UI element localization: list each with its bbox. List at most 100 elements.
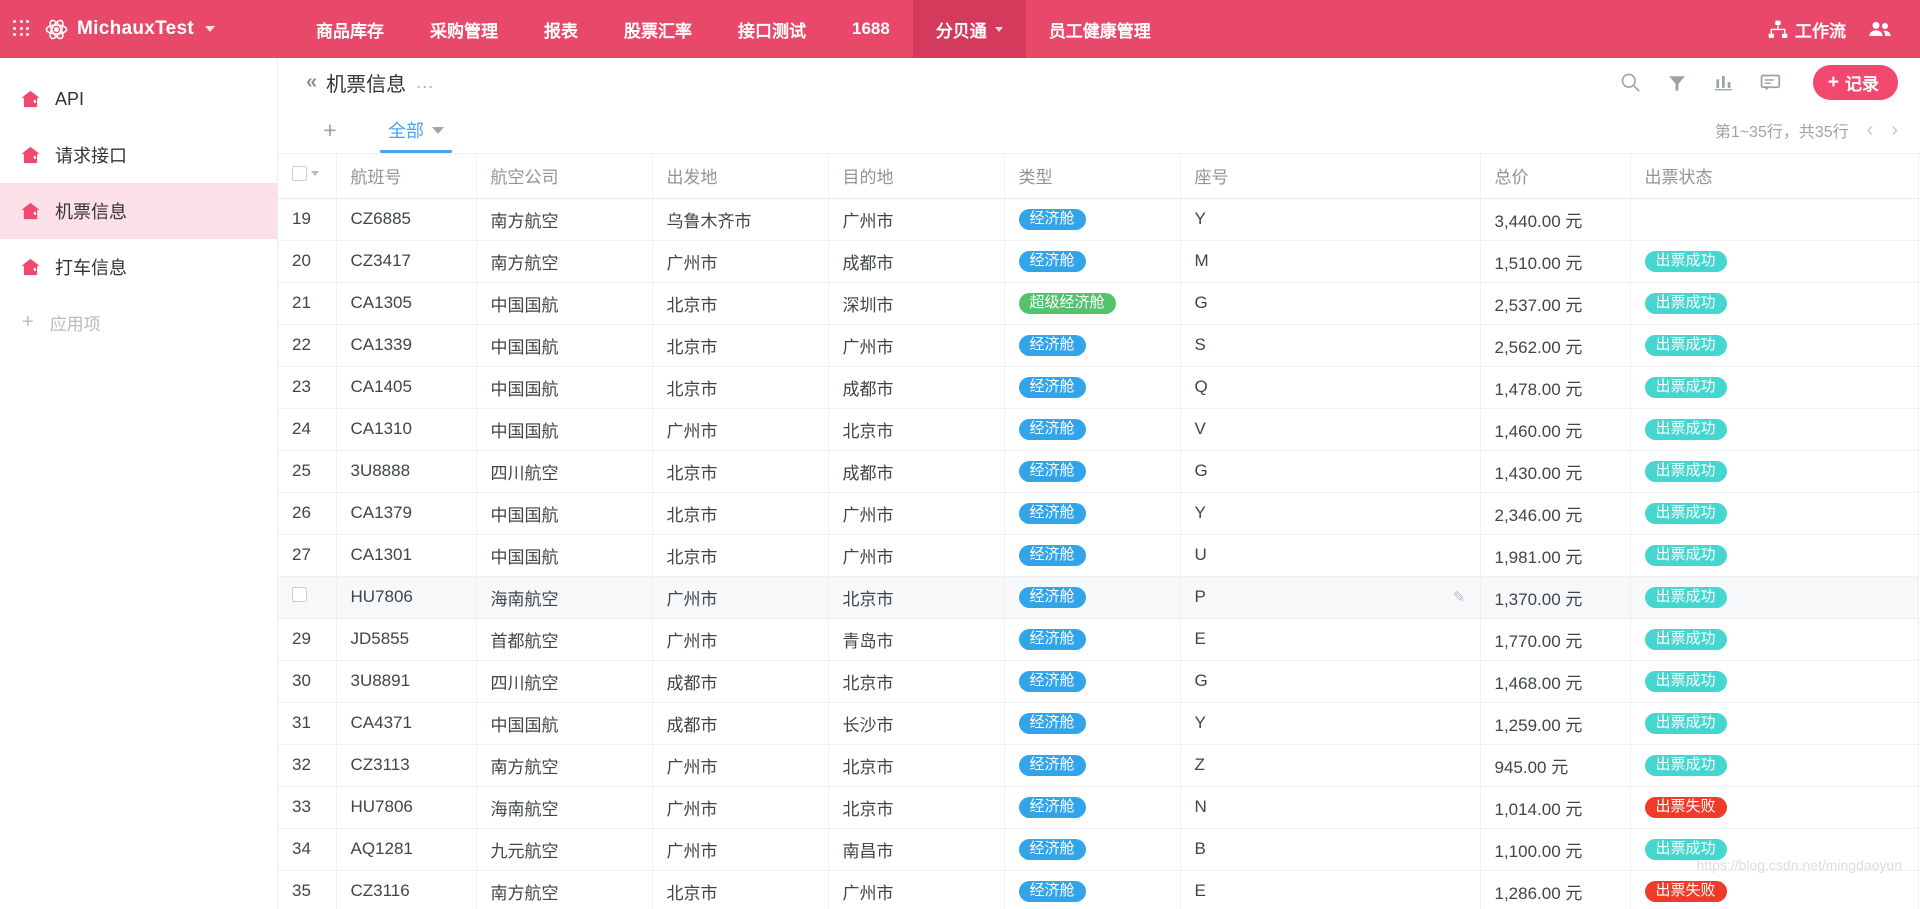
cell-ticket-status[interactable]: 出票成功: [1630, 660, 1919, 703]
table-row[interactable]: 23 CA1405 中国国航 北京市 成都市 经济舱 Q 1,478.00 元出票成功: [278, 366, 1919, 409]
cell-total-price[interactable]: 1,460.00 元: [1480, 408, 1631, 451]
cell-destination[interactable]: 广州市: [828, 324, 1005, 367]
cell-departure[interactable]: 广州市: [652, 786, 829, 829]
cell-ticket-status[interactable]: 出票失败: [1630, 786, 1919, 829]
column-header-airline[interactable]: 航空公司: [476, 154, 653, 199]
cell-type[interactable]: 经济舱: [1004, 618, 1181, 661]
nav-item-1[interactable]: 采购管理: [407, 0, 521, 58]
cell-type[interactable]: 经济舱: [1004, 660, 1181, 703]
cell-departure[interactable]: 广州市: [652, 408, 829, 451]
row-index[interactable]: 19: [278, 198, 337, 241]
comment-icon[interactable]: [1760, 73, 1781, 92]
cell-ticket-status[interactable]: 出票成功: [1630, 618, 1919, 661]
add-record-button[interactable]: + 记录: [1812, 65, 1898, 100]
cell-ticket-status[interactable]: 出票成功: [1630, 492, 1919, 535]
cell-type[interactable]: 经济舱: [1004, 240, 1181, 283]
row-index[interactable]: 29: [278, 618, 337, 661]
cell-airline[interactable]: 四川航空: [476, 450, 653, 493]
column-header-destination[interactable]: 目的地: [828, 154, 1005, 199]
table-row[interactable]: 25 3U8888 四川航空 北京市 成都市 经济舱 G 1,430.00 元出票成功: [278, 450, 1919, 493]
cell-seat[interactable]: B: [1180, 828, 1481, 871]
cell-type[interactable]: 经济舱: [1004, 744, 1181, 787]
row-index[interactable]: 31: [278, 702, 337, 745]
select-all-checkbox[interactable]: [292, 165, 307, 181]
row-index[interactable]: 33: [278, 786, 337, 829]
members-button[interactable]: [1862, 20, 1898, 38]
table-row[interactable]: HU7806 海南航空 广州市 北京市 经济舱 P ✎ 1,370.00 元出票成功: [278, 576, 1919, 619]
cell-flight-no[interactable]: CA1379: [336, 492, 477, 535]
cell-departure[interactable]: 北京市: [652, 870, 829, 909]
cell-ticket-status[interactable]: 出票成功: [1630, 450, 1919, 493]
cell-departure[interactable]: 北京市: [652, 534, 829, 577]
cell-departure[interactable]: 广州市: [652, 744, 829, 787]
cell-destination[interactable]: 北京市: [828, 576, 1005, 619]
cell-type[interactable]: 经济舱: [1004, 786, 1181, 829]
cell-total-price[interactable]: 1,286.00 元: [1480, 870, 1631, 909]
nav-item-6[interactable]: 分贝通: [912, 0, 1026, 58]
cell-ticket-status[interactable]: 出票成功: [1630, 576, 1919, 619]
cell-flight-no[interactable]: HU7806: [336, 576, 477, 619]
column-header-type[interactable]: 类型: [1004, 154, 1181, 199]
cell-airline[interactable]: 海南航空: [476, 576, 653, 619]
cell-flight-no[interactable]: CZ3113: [336, 744, 477, 787]
cell-departure[interactable]: 乌鲁木齐市: [652, 198, 829, 241]
column-header-departure[interactable]: 出发地: [652, 154, 829, 199]
cell-type[interactable]: 经济舱: [1004, 492, 1181, 535]
cell-departure[interactable]: 成都市: [652, 702, 829, 745]
cell-flight-no[interactable]: CZ3417: [336, 240, 477, 283]
table-row[interactable]: 34 AQ1281 九元航空 广州市 南昌市 经济舱 B 1,100.00 元出票成功: [278, 828, 1919, 871]
prev-page-button[interactable]: ‹: [1867, 119, 1874, 142]
cell-departure[interactable]: 北京市: [652, 324, 829, 367]
cell-type[interactable]: 超级经济舱: [1004, 282, 1181, 325]
cell-destination[interactable]: 长沙市: [828, 702, 1005, 745]
cell-ticket-status[interactable]: 出票成功: [1630, 828, 1919, 871]
row-index[interactable]: 25: [278, 450, 337, 493]
cell-total-price[interactable]: 2,346.00 元: [1480, 492, 1631, 535]
cell-destination[interactable]: 北京市: [828, 660, 1005, 703]
cell-seat[interactable]: M: [1180, 240, 1481, 283]
cell-type[interactable]: 经济舱: [1004, 576, 1181, 619]
sidebar-item-request-api[interactable]: 请求接口: [0, 127, 277, 183]
cell-departure[interactable]: 成都市: [652, 660, 829, 703]
cell-seat[interactable]: V: [1180, 408, 1481, 451]
cell-total-price[interactable]: 2,562.00 元: [1480, 324, 1631, 367]
cell-type[interactable]: 经济舱: [1004, 828, 1181, 871]
cell-type[interactable]: 经济舱: [1004, 366, 1181, 409]
cell-ticket-status[interactable]: 出票成功: [1630, 408, 1919, 451]
cell-total-price[interactable]: 1,478.00 元: [1480, 366, 1631, 409]
next-page-button[interactable]: ›: [1891, 119, 1898, 142]
row-checkbox[interactable]: [292, 587, 307, 602]
cell-flight-no[interactable]: CA1405: [336, 366, 477, 409]
cell-destination[interactable]: 青岛市: [828, 618, 1005, 661]
cell-destination[interactable]: 南昌市: [828, 828, 1005, 871]
cell-seat[interactable]: G: [1180, 660, 1481, 703]
cell-total-price[interactable]: 1,981.00 元: [1480, 534, 1631, 577]
sidebar-item-flight-info[interactable]: 机票信息: [0, 183, 277, 239]
cell-departure[interactable]: 广州市: [652, 240, 829, 283]
workflow-button[interactable]: 工作流: [1762, 17, 1852, 42]
collapse-left-icon[interactable]: «: [306, 71, 317, 94]
cell-seat[interactable]: N: [1180, 786, 1481, 829]
cell-type[interactable]: 经济舱: [1004, 534, 1181, 577]
cell-destination[interactable]: 北京市: [828, 744, 1005, 787]
table-row[interactable]: 29 JD5855 首都航空 广州市 青岛市 经济舱 E 1,770.00 元出票成功: [278, 618, 1919, 661]
cell-flight-no[interactable]: AQ1281: [336, 828, 477, 871]
cell-seat[interactable]: G: [1180, 450, 1481, 493]
table-row[interactable]: 20 CZ3417 南方航空 广州市 成都市 经济舱 M 1,510.00 元出票成功: [278, 240, 1919, 283]
cell-total-price[interactable]: 1,370.00 元: [1480, 576, 1631, 619]
cell-total-price[interactable]: 2,537.00 元: [1480, 282, 1631, 325]
cell-ticket-status[interactable]: 出票成功: [1630, 282, 1919, 325]
search-icon[interactable]: [1620, 72, 1641, 93]
cell-airline[interactable]: 南方航空: [476, 744, 653, 787]
row-index[interactable]: 21: [278, 282, 337, 325]
cell-destination[interactable]: 北京市: [828, 408, 1005, 451]
column-header-select-all[interactable]: [278, 154, 337, 199]
more-dots-icon[interactable]: …: [415, 73, 435, 92]
records-table-container[interactable]: 航班号 航空公司 出发地 目的地 类型 座号 总价 出票状态 19 CZ6885 南…: [278, 154, 1920, 909]
cell-ticket-status[interactable]: 出票成功: [1630, 366, 1919, 409]
nav-item-4[interactable]: 接口测试: [715, 0, 829, 58]
column-header-status[interactable]: 出票状态: [1630, 154, 1919, 199]
cell-destination[interactable]: 成都市: [828, 366, 1005, 409]
sidebar-add-app-item[interactable]: + 应用项: [0, 295, 277, 349]
cell-airline[interactable]: 首都航空: [476, 618, 653, 661]
